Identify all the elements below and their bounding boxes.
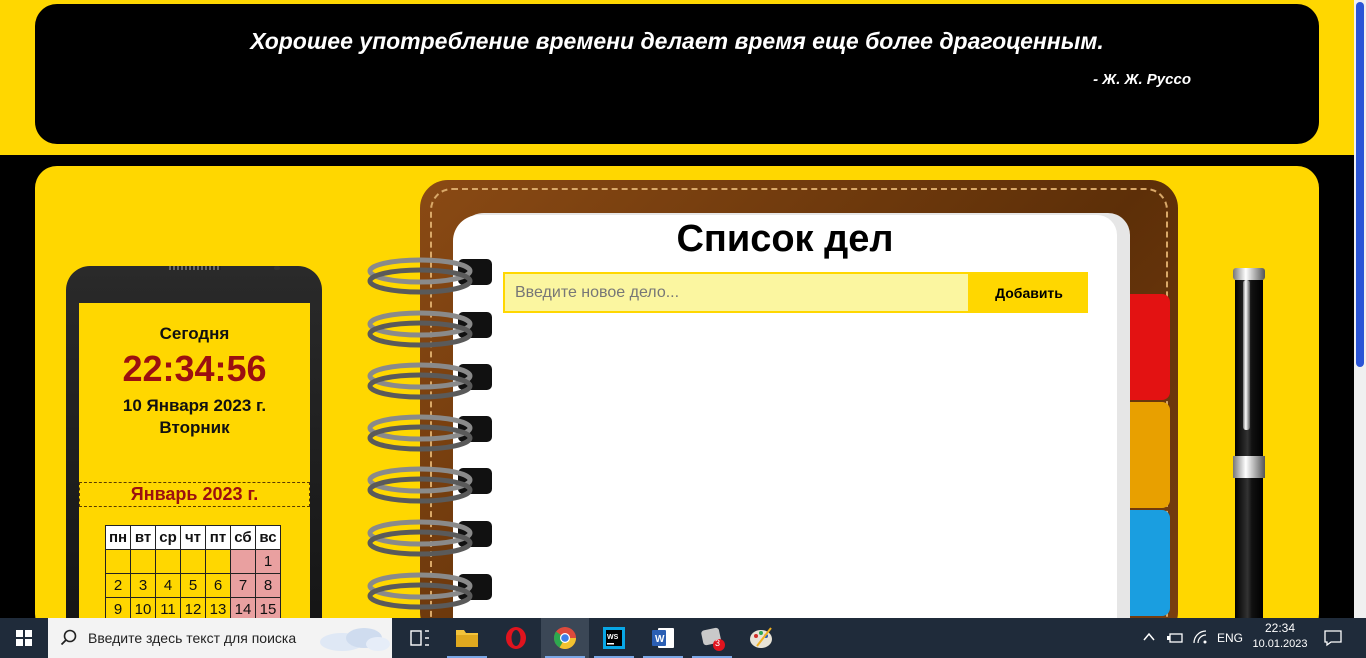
calendar-week-row: 1	[105, 549, 281, 574]
folder-icon	[456, 630, 478, 647]
calendar-day-header: вт	[130, 525, 156, 550]
calendar-day-cell: 3	[130, 573, 156, 598]
digital-clock: 22:34:56	[122, 348, 267, 389]
calendar-day-cell	[230, 549, 256, 574]
chevron-up-icon[interactable]	[1142, 630, 1156, 644]
spiral-ring-icon	[367, 572, 492, 610]
svg-text:W: W	[655, 634, 665, 645]
calendar-week-row: 2 3 4 5 6 7 8	[105, 573, 281, 598]
taskbar-clock-date[interactable]: 10.01.2023	[1250, 638, 1310, 650]
add-task-button[interactable]: Добавить	[970, 272, 1088, 313]
phone-camera	[274, 266, 280, 270]
calendar-day-header: пт	[205, 525, 231, 550]
spiral-ring-icon	[367, 466, 492, 504]
taskbar-search-placeholder: Введите здесь текст для поиска	[88, 630, 297, 646]
word-icon: W	[652, 628, 674, 648]
spiral-ring-icon	[367, 362, 492, 400]
taskbar-file-explorer[interactable]	[443, 618, 491, 658]
taskbar-word[interactable]: W	[639, 618, 687, 658]
taskbar: Введите здесь текст для поиска WS W 3 EN…	[0, 618, 1366, 658]
quote-text: Хорошее употребление времени делает врем…	[250, 28, 1104, 54]
taskbar-clock-time[interactable]: 22:34	[1254, 621, 1306, 635]
scrollbar-thumb[interactable]	[1356, 2, 1364, 367]
windows-logo-icon	[16, 630, 32, 646]
calendar-day-header: сб	[230, 525, 256, 550]
page-scrollbar[interactable]	[1354, 0, 1366, 618]
chrome-icon	[553, 627, 576, 649]
calendar-day-header: вс	[255, 525, 281, 550]
current-weekday: Вторник	[159, 418, 230, 437]
language-indicator[interactable]: ENG	[1217, 631, 1243, 645]
task-view-button[interactable]	[396, 618, 444, 658]
todo-title: Список дел	[676, 218, 894, 260]
today-label: Сегодня	[159, 324, 230, 343]
spiral-ring-icon	[367, 519, 492, 557]
svg-text:WS: WS	[607, 634, 619, 641]
taskbar-chrome[interactable]	[541, 618, 589, 658]
pen-icon	[1233, 268, 1265, 626]
calendar-day-cell	[105, 549, 131, 574]
calendar-day-cell	[205, 549, 231, 574]
wifi-icon[interactable]	[1192, 629, 1208, 645]
calendar-month-title: Январь 2023 г.	[79, 482, 310, 507]
notification-center-icon[interactable]	[1323, 629, 1343, 647]
calendar-day-cell	[155, 549, 181, 574]
calendar-day-cell: 2	[105, 573, 131, 598]
calendar-day-header: ср	[155, 525, 181, 550]
calendar-day-cell: 5	[180, 573, 206, 598]
start-button[interactable]	[0, 618, 48, 658]
quote-box: Хорошее употребление времени делает врем…	[35, 4, 1319, 144]
quote-band: Хорошее употребление времени делает врем…	[0, 0, 1354, 155]
calendar-grid: пн вт ср чт пт сб вс 1 2 3 4 5 6 7 8 9 1…	[105, 525, 281, 622]
quote-author: - Ж. Ж. Руссо	[1093, 71, 1191, 88]
calendar-day-cell	[130, 549, 156, 574]
calendar-day-header: пн	[105, 525, 131, 550]
new-task-input[interactable]	[503, 272, 970, 313]
calendar-day-cell: 6	[205, 573, 231, 598]
task-view-icon	[410, 630, 429, 646]
phone-screen: Сегодня 22:34:56 10 Января 2023 г. Вторн…	[79, 303, 310, 633]
calendar-day-header: чт	[180, 525, 206, 550]
taskbar-mail-app[interactable]: 3	[688, 618, 736, 658]
calendar-header-row: пн вт ср чт пт сб вс	[105, 525, 281, 550]
taskbar-paint[interactable]	[737, 618, 785, 658]
taskbar-webstorm[interactable]: WS	[590, 618, 638, 658]
spiral-ring-icon	[367, 414, 492, 452]
spiral-ring-icon	[367, 310, 492, 348]
search-icon	[60, 629, 77, 646]
calendar-day-cell: 4	[155, 573, 181, 598]
opera-icon	[506, 627, 526, 649]
calendar-day-cell: 8	[255, 573, 281, 598]
search-highlight-art-icon	[320, 628, 390, 651]
spiral-ring-icon	[367, 257, 492, 295]
calendar-day-cell: 7	[230, 573, 256, 598]
taskbar-opera[interactable]	[492, 618, 540, 658]
notebook-page: Список дел Добавить	[453, 215, 1117, 645]
phone-widget: Сегодня 22:34:56 10 Января 2023 г. Вторн…	[66, 266, 322, 646]
paint-palette-icon	[750, 627, 772, 648]
notification-badge: 3	[715, 638, 721, 648]
current-date: 10 Января 2023 г.	[122, 396, 267, 415]
phone-speaker	[169, 266, 221, 270]
calendar-day-cell: 1	[255, 549, 281, 574]
mail-app-icon	[701, 627, 725, 651]
calendar-day-cell	[180, 549, 206, 574]
taskbar-search[interactable]: Введите здесь текст для поиска	[48, 618, 392, 658]
webstorm-icon: WS	[603, 627, 625, 649]
battery-icon[interactable]	[1166, 630, 1184, 646]
